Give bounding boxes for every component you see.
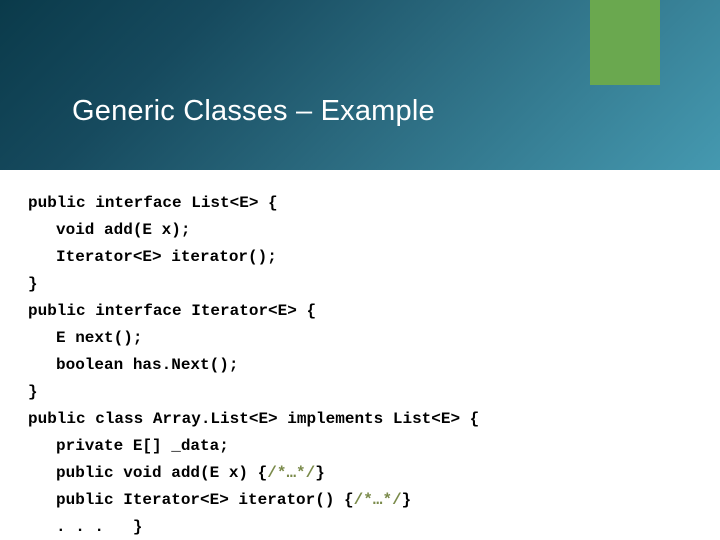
title-banner: Generic Classes – Example [0, 0, 720, 170]
code-comment: /*…*/ [267, 464, 315, 482]
slide-title: Generic Classes – Example [72, 95, 435, 128]
code-line: } [402, 491, 412, 509]
code-line: public class Array.List<E> implements Li… [28, 410, 479, 428]
code-line: public interface List<E> { [28, 194, 278, 212]
code-line: E next(); [56, 329, 142, 347]
corner-accent [590, 0, 660, 85]
code-line: public void add(E x) { [56, 464, 267, 482]
code-line: private E[] _data; [56, 437, 229, 455]
code-comment: /*…*/ [354, 491, 402, 509]
code-line: . . . } [56, 518, 142, 536]
code-line: Iterator<E> iterator(); [56, 248, 277, 266]
code-line: } [28, 383, 38, 401]
code-line: void add(E x); [56, 221, 190, 239]
code-line: boolean has.Next(); [56, 356, 238, 374]
code-block: public interface List<E> { void add(E x)… [28, 190, 692, 540]
code-line: } [28, 275, 38, 293]
code-line: public interface Iterator<E> { [28, 302, 316, 320]
code-line: } [315, 464, 325, 482]
slide: Generic Classes – Example public interfa… [0, 0, 720, 540]
code-line: public Iterator<E> iterator() { [56, 491, 354, 509]
